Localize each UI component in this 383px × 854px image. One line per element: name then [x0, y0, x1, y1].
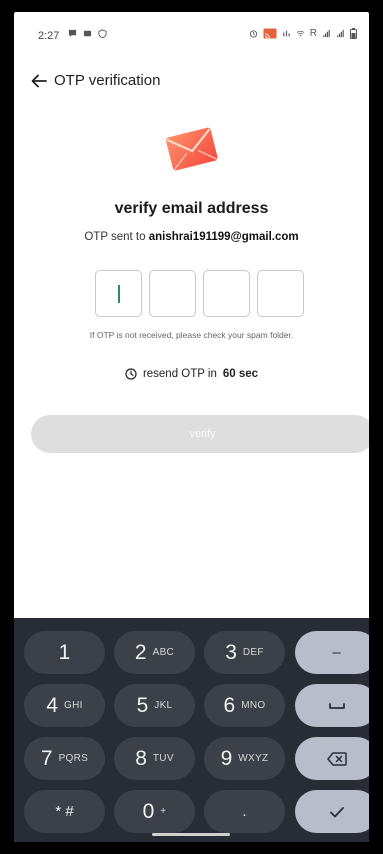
key-digit: 8 — [135, 746, 147, 770]
otp-digit-3[interactable] — [203, 270, 250, 317]
minus-symbol: – — [332, 644, 341, 661]
roaming-label: R — [309, 28, 317, 39]
status-bar: 2:27 R — [14, 12, 369, 56]
key-period[interactable]: . — [204, 790, 285, 833]
key-minus[interactable]: – — [295, 631, 369, 674]
otp-digit-1[interactable] — [95, 270, 142, 317]
status-time: 2:27 — [38, 30, 60, 42]
key-space[interactable] — [295, 684, 369, 727]
otp-digit-2[interactable] — [149, 270, 196, 317]
email-address: anishrai191199@gmail.com — [148, 231, 299, 243]
resend-prefix: resend OTP in — [142, 368, 217, 380]
key-letters: TUV — [152, 753, 174, 764]
gesture-nav-bar[interactable] — [152, 833, 230, 836]
key-digit: 5 — [136, 693, 149, 717]
otp-input-group — [95, 270, 304, 317]
signal-icon — [323, 29, 330, 38]
key-digit: . — [242, 803, 247, 820]
otp-digit-4[interactable] — [257, 270, 304, 317]
key-6[interactable]: 6 MNO — [204, 684, 285, 727]
spam-folder-hint: If OTP is not received, please check you… — [89, 330, 294, 340]
key-backspace[interactable] — [295, 737, 369, 780]
key-0[interactable]: 0 + — [114, 790, 195, 833]
status-notification-icons — [68, 29, 107, 38]
app-header: OTP verification — [14, 70, 369, 100]
resend-countdown: 60 sec — [222, 368, 259, 380]
key-7[interactable]: 7 PQRS — [24, 737, 105, 780]
key-digit: 1 — [58, 640, 71, 664]
key-letters: JKL — [154, 700, 173, 711]
verify-heading: verify email address — [114, 200, 269, 217]
chat-icon — [68, 29, 77, 38]
battery-icon — [350, 28, 357, 39]
key-3[interactable]: 3 DEF — [204, 631, 285, 674]
resend-timer: resend OTP in 60 sec — [14, 368, 369, 380]
back-arrow-icon[interactable] — [28, 70, 50, 92]
key-letters: WXYZ — [238, 753, 269, 764]
cast-icon — [263, 28, 277, 39]
key-digit: 9 — [220, 746, 233, 770]
key-digit: * # — [55, 803, 74, 820]
key-digit: 3 — [225, 640, 237, 664]
otp-sent-prefix: OTP sent to — [84, 231, 146, 243]
check-icon — [329, 806, 344, 817]
clock-icon — [125, 368, 137, 380]
key-star-hash[interactable]: * # — [24, 790, 105, 833]
phone-screen: 2:27 R OTP verification verify email add… — [14, 12, 369, 842]
key-2[interactable]: 2 ABC — [114, 631, 195, 674]
data-saver-icon — [282, 30, 290, 37]
backspace-icon — [326, 751, 347, 766]
key-letters: GHI — [64, 700, 83, 711]
key-1[interactable]: 1 — [24, 631, 105, 674]
key-digit: 2 — [134, 640, 147, 664]
key-digit: 4 — [46, 693, 58, 717]
status-system-icons: R — [249, 28, 357, 39]
shield-icon — [98, 29, 107, 38]
key-8[interactable]: 8 TUV — [114, 737, 195, 780]
key-letters: ABC — [152, 647, 175, 658]
alarm-icon — [249, 30, 257, 38]
signal-icon-2 — [337, 29, 344, 38]
key-digit: 7 — [40, 746, 53, 770]
key-letters: + — [160, 806, 167, 817]
key-letters: MNO — [241, 700, 266, 711]
key-letters: PQRS — [58, 753, 89, 764]
key-letters: DEF — [242, 647, 264, 658]
wifi-icon — [296, 30, 305, 37]
page-title: OTP verification — [54, 72, 161, 89]
key-5[interactable]: 5 JKL — [114, 684, 195, 727]
key-done[interactable] — [295, 790, 369, 833]
numeric-keyboard: 1 2 ABC 3 DEF – 4 GHI 5 JKL 6 MNO 7 PQRS 8 TUV … — [14, 618, 369, 842]
space-icon — [328, 702, 345, 709]
key-digit: 0 — [142, 799, 155, 823]
email-envelope-icon — [165, 127, 218, 171]
otp-sent-text: OTP sent to anishrai191199@gmail.com — [14, 231, 369, 243]
key-digit: 6 — [223, 693, 236, 717]
key-9[interactable]: 9 WXYZ — [204, 737, 285, 780]
message-icon — [83, 30, 92, 37]
key-4[interactable]: 4 GHI — [24, 684, 105, 727]
verify-button[interactable]: verify — [31, 415, 369, 453]
